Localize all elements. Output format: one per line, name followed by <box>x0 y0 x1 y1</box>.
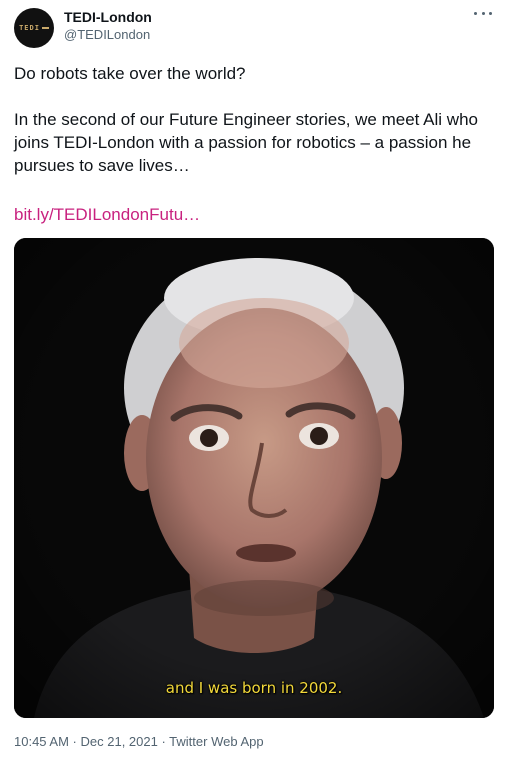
tweet-source[interactable]: Twitter Web App <box>169 734 263 749</box>
author-display-name[interactable]: TEDI-London <box>64 9 152 25</box>
avatar-logo-text: TEDI <box>19 24 40 32</box>
more-options-icon[interactable] <box>474 6 492 20</box>
tweet-text: Do robots take over the world? In the se… <box>14 62 494 177</box>
video-frame-illustration <box>14 238 494 718</box>
tweet-link[interactable]: bit.ly/TEDILondonFutu… <box>14 205 200 225</box>
dot <box>474 11 477 15</box>
avatar[interactable]: TEDI <box>14 8 54 48</box>
tweet-date[interactable]: Dec 21, 2021 <box>81 734 158 749</box>
tweet-line-question: Do robots take over the world? <box>14 64 246 83</box>
tweet-meta: 10:45 AM · Dec 21, 2021 · Twitter Web Ap… <box>14 734 264 749</box>
logo-bar <box>41 27 49 29</box>
tweet-time[interactable]: 10:45 AM <box>14 734 69 749</box>
tweet-line-story: In the second of our Future Engineer sto… <box>14 110 478 175</box>
dot <box>481 11 485 15</box>
meta-separator: · <box>68 734 81 749</box>
meta-separator: · <box>157 734 170 749</box>
tedi-logo: TEDI <box>19 24 49 32</box>
author-handle[interactable]: @TEDILondon <box>64 27 150 42</box>
tweet-card: TEDI TEDI-London @TEDILondon Do robots t… <box>0 0 506 760</box>
video-media[interactable]: and I was born in 2002. <box>14 238 494 718</box>
video-subtitle: and I was born in 2002. <box>165 679 343 697</box>
dot <box>489 11 492 15</box>
